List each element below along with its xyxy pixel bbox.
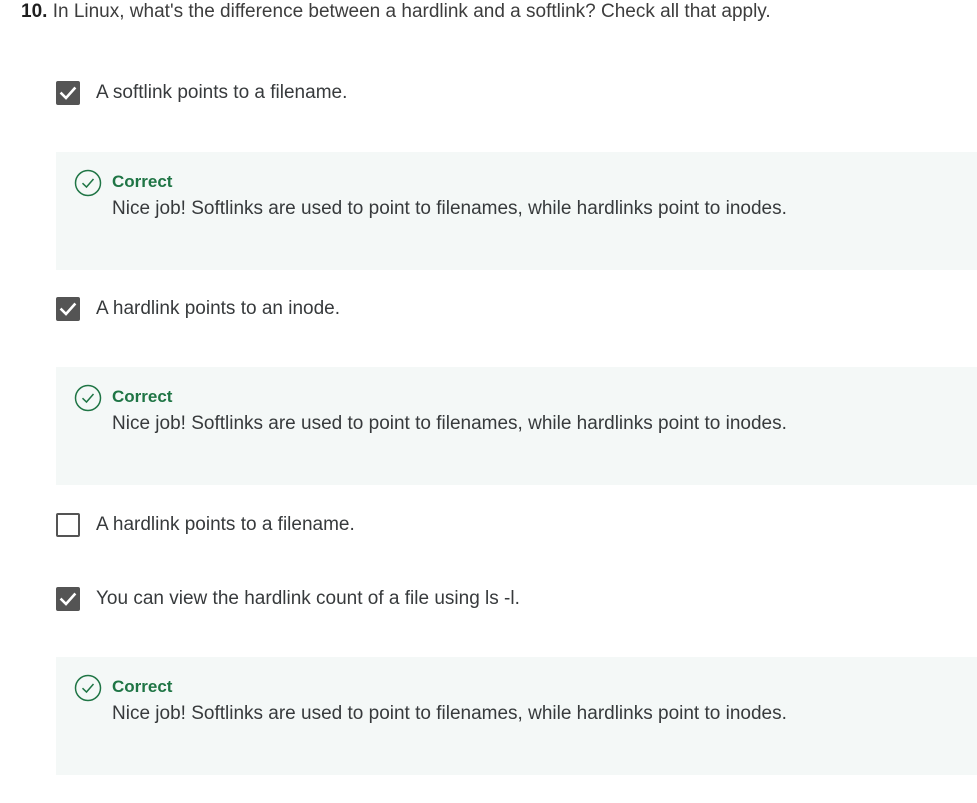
- check-circle-icon: [74, 384, 102, 412]
- checkmark-icon: [59, 592, 77, 606]
- checkbox-option-1[interactable]: [56, 81, 80, 105]
- option-label: You can view the hardlink count of a fil…: [96, 588, 520, 609]
- checkbox-option-2[interactable]: [56, 297, 80, 321]
- check-circle-icon: [74, 169, 102, 197]
- checkbox-option-3[interactable]: [56, 513, 80, 537]
- option-4[interactable]: You can view the hardlink count of a fil…: [56, 586, 520, 612]
- feedback-message: Nice job! Softlinks are used to point to…: [112, 198, 787, 219]
- check-circle-icon: [74, 674, 102, 702]
- feedback-message: Nice job! Softlinks are used to point to…: [112, 413, 787, 434]
- feedback-panel-2: Correct Nice job! Softlinks are used to …: [56, 367, 977, 485]
- option-label: A softlink points to a filename.: [96, 82, 348, 103]
- question-text: 10. In Linux, what's the difference betw…: [21, 0, 771, 24]
- question-number: 10.: [21, 1, 48, 22]
- option-1[interactable]: A softlink points to a filename.: [56, 80, 347, 106]
- feedback-panel-1: Correct Nice job! Softlinks are used to …: [56, 152, 977, 270]
- option-label: A hardlink points to a filename.: [96, 514, 355, 535]
- option-label: A hardlink points to an inode.: [96, 298, 341, 319]
- option-3[interactable]: A hardlink points to a filename.: [56, 512, 355, 538]
- checkmark-icon: [59, 86, 77, 100]
- checkmark-icon: [59, 302, 77, 316]
- checkbox-option-4[interactable]: [56, 587, 80, 611]
- question-prompt: In Linux, what's the difference between …: [52, 1, 771, 22]
- feedback-status: Correct: [112, 387, 173, 406]
- feedback-panel-3: Correct Nice job! Softlinks are used to …: [56, 657, 977, 775]
- option-2[interactable]: A hardlink points to an inode.: [56, 296, 340, 322]
- feedback-status: Correct: [112, 677, 173, 696]
- feedback-message: Nice job! Softlinks are used to point to…: [112, 703, 787, 724]
- feedback-status: Correct: [112, 172, 173, 191]
